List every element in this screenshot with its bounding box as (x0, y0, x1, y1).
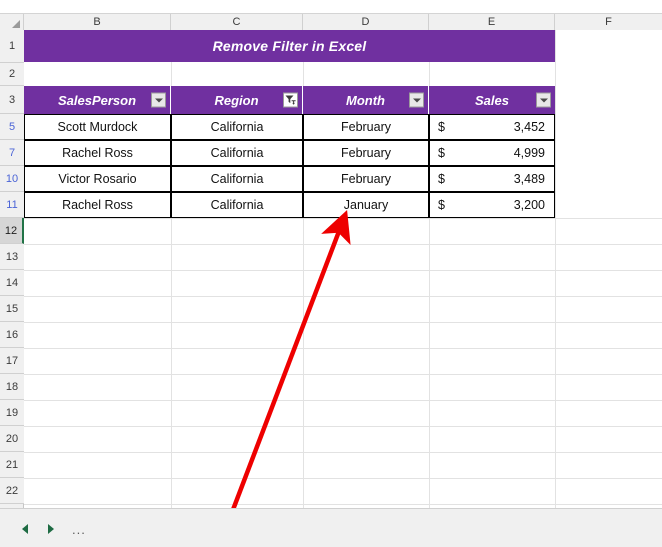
column-header-e[interactable]: E (429, 14, 555, 30)
cell-region[interactable]: California (171, 114, 303, 140)
table-header-region-label: Region (214, 92, 259, 108)
sales-amount: 4,999 (513, 146, 545, 160)
gridline-h-19 (24, 400, 662, 401)
cell-month[interactable]: February (303, 114, 429, 140)
filter-dropdown-month-icon[interactable] (409, 92, 424, 108)
row-header-16[interactable]: 16 (0, 322, 24, 348)
gridline-h-13 (24, 244, 662, 245)
cell-sales[interactable]: $ 3,452 (429, 114, 555, 140)
gridline-h-15 (24, 296, 662, 297)
sheet-tab-bar: ... Reomve Filter From Specefic Col F ..… (0, 508, 662, 547)
cell-sales[interactable]: $ 3,200 (429, 192, 555, 218)
table-header-salesperson-label: SalesPerson (57, 92, 137, 108)
table-header-month[interactable]: Month (303, 86, 429, 114)
row-header-13[interactable]: 13 (0, 244, 24, 270)
cell-region[interactable]: California (171, 192, 303, 218)
previous-sheet-icon[interactable] (22, 524, 28, 534)
currency-symbol: $ (438, 172, 445, 186)
cell-salesperson[interactable]: Rachel Ross (24, 192, 171, 218)
currency-symbol: $ (438, 198, 445, 212)
formula-bar-strip (0, 0, 662, 14)
chevron-down-icon (154, 98, 163, 102)
filter-dropdown-sales-icon[interactable] (536, 92, 551, 108)
cell-sales[interactable]: $ 4,999 (429, 140, 555, 166)
cell-sales[interactable]: $ 3,489 (429, 166, 555, 192)
row-header-20[interactable]: 20 (0, 426, 24, 452)
sheet-left-ellipsis[interactable]: ... (72, 522, 86, 537)
cell-month[interactable]: February (303, 166, 429, 192)
cell-salesperson[interactable]: Scott Murdock (24, 114, 171, 140)
funnel-filter-icon (285, 95, 296, 105)
gridline-h-12 (24, 218, 662, 219)
cell-month[interactable]: February (303, 140, 429, 166)
row-header-17[interactable]: 17 (0, 348, 24, 374)
row-header-11[interactable]: 11 (0, 192, 24, 218)
row-header-22[interactable]: 22 (0, 478, 24, 504)
cell-region[interactable]: California (171, 166, 303, 192)
row-header-21[interactable]: 21 (0, 452, 24, 478)
gridline-h-20 (24, 426, 662, 427)
column-header-row: B C D E F (0, 14, 662, 30)
gridline-h-14 (24, 270, 662, 271)
gridline-h-21 (24, 452, 662, 453)
row-header-18[interactable]: 18 (0, 374, 24, 400)
filter-dropdown-salesperson-icon[interactable] (151, 92, 166, 108)
chevron-down-icon (539, 98, 548, 102)
table-header-region[interactable]: Region (171, 86, 303, 114)
table-header-month-label: Month (346, 92, 385, 108)
sales-amount: 3,489 (513, 172, 545, 186)
next-sheet-icon[interactable] (48, 524, 54, 534)
table-header-sales-label: Sales (475, 92, 509, 108)
gridline-h-18 (24, 374, 662, 375)
gridline-h-23 (24, 504, 662, 505)
worksheet-grid[interactable]: Remove Filter in Excel SalesPerson Regio… (24, 30, 662, 508)
row-header-column: 1 2 3 5 7 10 11 12 13 14 15 16 17 18 19 … (0, 30, 24, 508)
row-header-5[interactable]: 5 (0, 114, 24, 140)
sheet-title-banner: Remove Filter in Excel (24, 30, 555, 62)
gridline-h-22 (24, 478, 662, 479)
cell-month[interactable]: January (303, 192, 429, 218)
filter-applied-region-icon[interactable] (283, 92, 298, 108)
row-header-7[interactable]: 7 (0, 140, 24, 166)
select-all-triangle-icon (12, 20, 20, 28)
select-all-corner[interactable] (0, 14, 24, 30)
column-header-f[interactable]: F (555, 14, 662, 30)
row-header-15[interactable]: 15 (0, 296, 24, 322)
chevron-down-icon (412, 98, 421, 102)
table-header-sales[interactable]: Sales (429, 86, 555, 114)
row-header-2[interactable]: 2 (0, 63, 24, 86)
table-header-salesperson[interactable]: SalesPerson (24, 86, 171, 114)
column-header-d[interactable]: D (303, 14, 429, 30)
gridline-h-17 (24, 348, 662, 349)
row-header-3[interactable]: 3 (0, 86, 24, 114)
row-header-19[interactable]: 19 (0, 400, 24, 426)
sales-amount: 3,452 (513, 120, 545, 134)
row-header-14[interactable]: 14 (0, 270, 24, 296)
sales-amount: 3,200 (513, 198, 545, 212)
row-header-10[interactable]: 10 (0, 166, 24, 192)
excel-worksheet-screenshot: B C D E F 1 2 3 5 7 10 11 12 13 14 15 16… (0, 0, 662, 547)
currency-symbol: $ (438, 146, 445, 160)
gridline-v-ef (555, 30, 556, 508)
cell-region[interactable]: California (171, 140, 303, 166)
currency-symbol: $ (438, 120, 445, 134)
gridline-h-16 (24, 322, 662, 323)
row-header-1[interactable]: 1 (0, 30, 24, 63)
column-header-b[interactable]: B (24, 14, 171, 30)
cell-salesperson[interactable]: Rachel Ross (24, 140, 171, 166)
row-header-12[interactable]: 12 (0, 218, 24, 244)
column-header-c[interactable]: C (171, 14, 303, 30)
cell-salesperson[interactable]: Victor Rosario (24, 166, 171, 192)
